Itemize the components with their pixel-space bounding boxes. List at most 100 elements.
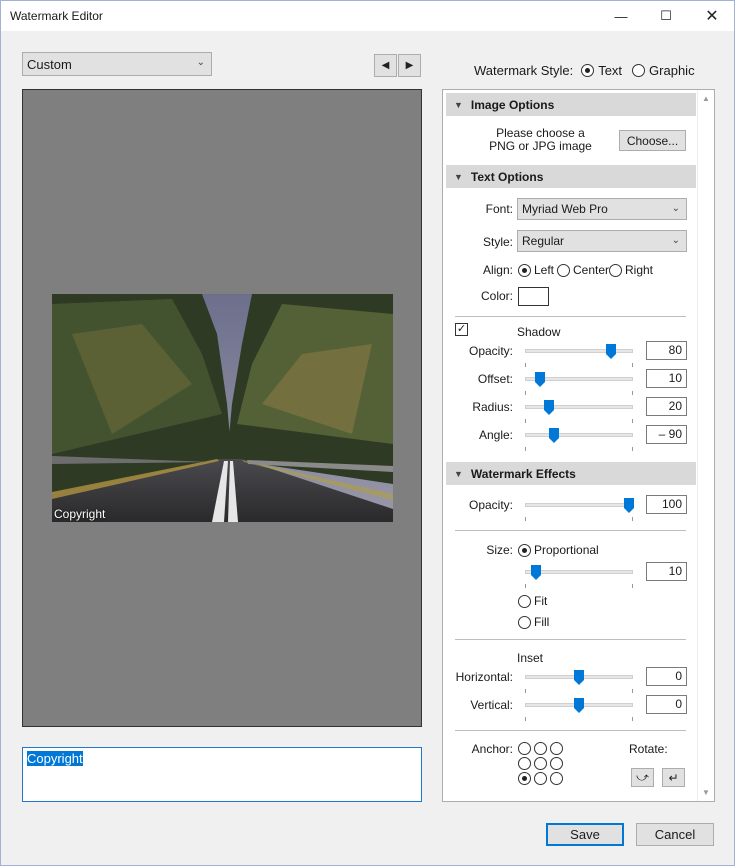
align-left-radio[interactable] [518, 263, 531, 277]
slider-thumb[interactable] [549, 428, 560, 443]
save-button[interactable]: Save [546, 823, 624, 846]
size-input[interactable]: 10 [646, 562, 687, 581]
anchor-bottom-right-radio[interactable] [550, 772, 563, 785]
slider-thumb[interactable] [606, 344, 617, 359]
align-right-option[interactable]: Right [609, 263, 653, 277]
scroll-down-icon[interactable]: ▼ [702, 788, 710, 797]
effect-opacity-input[interactable]: 100 [646, 495, 687, 514]
shadow-angle-input[interactable]: – 90 [646, 425, 687, 444]
preset-dropdown[interactable]: Custom ⌄ [22, 52, 212, 76]
font-value: Myriad Web Pro [522, 202, 608, 216]
slider-tick [525, 391, 526, 395]
slider-thumb[interactable] [543, 400, 554, 415]
next-image-button[interactable]: ▶ [398, 54, 421, 77]
anchor-middle-left-radio[interactable] [518, 757, 531, 770]
style-dropdown[interactable]: Regular ⌄ [517, 230, 687, 252]
cancel-button[interactable]: Cancel [636, 823, 714, 846]
slider-ticks [525, 363, 633, 368]
style-graphic-radio[interactable] [632, 64, 646, 77]
slider-track[interactable] [525, 405, 633, 409]
align-center-option[interactable]: Center [557, 263, 609, 277]
slider-thumb[interactable] [574, 670, 584, 685]
shadow-label: Shadow [517, 325, 561, 339]
shadow-radius-slider[interactable] [525, 400, 633, 423]
scroll-up-icon[interactable]: ▲ [702, 94, 710, 103]
size-fill-radio[interactable] [518, 615, 531, 629]
align-left-label: Left [534, 263, 555, 277]
minimize-icon[interactable]: — [598, 1, 644, 31]
anchor-middle-right-radio[interactable] [550, 757, 563, 770]
chevron-down-icon: ⌄ [671, 203, 680, 214]
slider-thumb[interactable] [530, 565, 541, 580]
anchor-bottom-left-radio[interactable] [518, 772, 531, 785]
text-options-header[interactable]: ▼ Text Options [446, 165, 696, 188]
horizontal-inset-slider[interactable] [525, 670, 633, 693]
slider-ticks [525, 584, 633, 589]
slider-thumb[interactable] [623, 498, 634, 513]
close-icon[interactable]: ✕ [689, 1, 735, 31]
rotate-clockwise-button[interactable]: ⤻ [631, 768, 654, 787]
size-fill-option[interactable]: Fill [518, 615, 549, 629]
font-dropdown[interactable]: Myriad Web Pro ⌄ [517, 198, 687, 220]
slider-tick [525, 447, 526, 451]
horizontal-inset-input[interactable]: 0 [646, 667, 687, 686]
watermark-overlay-text: Copyright [54, 507, 106, 521]
collapse-triangle-icon: ▼ [454, 99, 463, 110]
slider-tick [525, 517, 526, 521]
align-center-radio[interactable] [557, 263, 570, 277]
slider-track[interactable] [525, 570, 633, 574]
image-options-header[interactable]: ▼ Image Options [446, 93, 696, 116]
size-fit-radio[interactable] [518, 594, 531, 608]
size-fit-label: Fit [534, 594, 548, 608]
size-proportional-option[interactable]: Proportional [518, 543, 599, 557]
maximize-icon[interactable]: ☐ [643, 1, 689, 31]
slider-thumb[interactable] [574, 698, 584, 713]
anchor-bottom-center-radio[interactable] [534, 772, 547, 785]
size-proportional-radio[interactable] [518, 543, 531, 557]
anchor-center-radio[interactable] [534, 757, 547, 770]
size-fill-label: Fill [534, 615, 550, 629]
shadow-radius-input[interactable]: 20 [646, 397, 687, 416]
shadow-opacity-slider[interactable] [525, 344, 633, 367]
panel-scrollbar[interactable]: ▲ ▼ [697, 90, 714, 801]
watermark-style-label: Watermark Style: [474, 63, 574, 78]
effect-opacity-slider[interactable] [525, 498, 634, 521]
align-left-option[interactable]: Left [518, 263, 554, 277]
choose-image-button[interactable]: Choose... [619, 130, 686, 151]
chevron-down-icon: ⌄ [196, 57, 205, 68]
watermark-effects-header[interactable]: ▼ Watermark Effects [446, 462, 696, 485]
anchor-top-right-radio[interactable] [550, 742, 563, 755]
align-label: Align: [482, 263, 513, 277]
shadow-angle-slider[interactable] [525, 428, 633, 451]
anchor-top-center-radio[interactable] [534, 742, 547, 755]
slider-track[interactable] [525, 349, 633, 353]
shadow-checkbox[interactable]: ✓ [455, 323, 468, 336]
shadow-offset-input[interactable]: 10 [646, 369, 687, 388]
slider-tick [632, 447, 633, 451]
shadow-offset-slider[interactable] [525, 372, 633, 395]
align-right-radio[interactable] [609, 263, 622, 277]
style-text-label: Text [598, 63, 623, 78]
rotate-counterclockwise-button[interactable]: ↵ [662, 768, 685, 787]
anchor-top-left-radio[interactable] [518, 742, 531, 755]
rotate-label: Rotate: [629, 742, 668, 756]
vertical-inset-input[interactable]: 0 [646, 695, 687, 714]
text-color-swatch[interactable] [518, 287, 549, 306]
slider-track[interactable] [525, 433, 633, 437]
size-fit-option[interactable]: Fit [518, 594, 547, 608]
style-text-radio[interactable] [581, 64, 595, 77]
slider-tick [632, 517, 633, 521]
shadow-opacity-input[interactable]: 80 [646, 341, 687, 360]
slider-ticks [525, 717, 633, 722]
slider-thumb[interactable] [535, 372, 546, 387]
slider-tick [525, 717, 526, 721]
size-slider[interactable] [525, 565, 633, 588]
watermark-text-input[interactable]: Copyright [22, 747, 422, 802]
vertical-inset-slider[interactable] [525, 698, 633, 721]
slider-tick [632, 689, 633, 693]
previous-image-button[interactable]: ◀ [374, 54, 397, 77]
anchor-grid [518, 742, 566, 785]
slider-tick [632, 391, 633, 395]
watermark-style-row: Watermark Style: Text Graphic [474, 63, 695, 78]
slider-track[interactable] [525, 503, 633, 507]
